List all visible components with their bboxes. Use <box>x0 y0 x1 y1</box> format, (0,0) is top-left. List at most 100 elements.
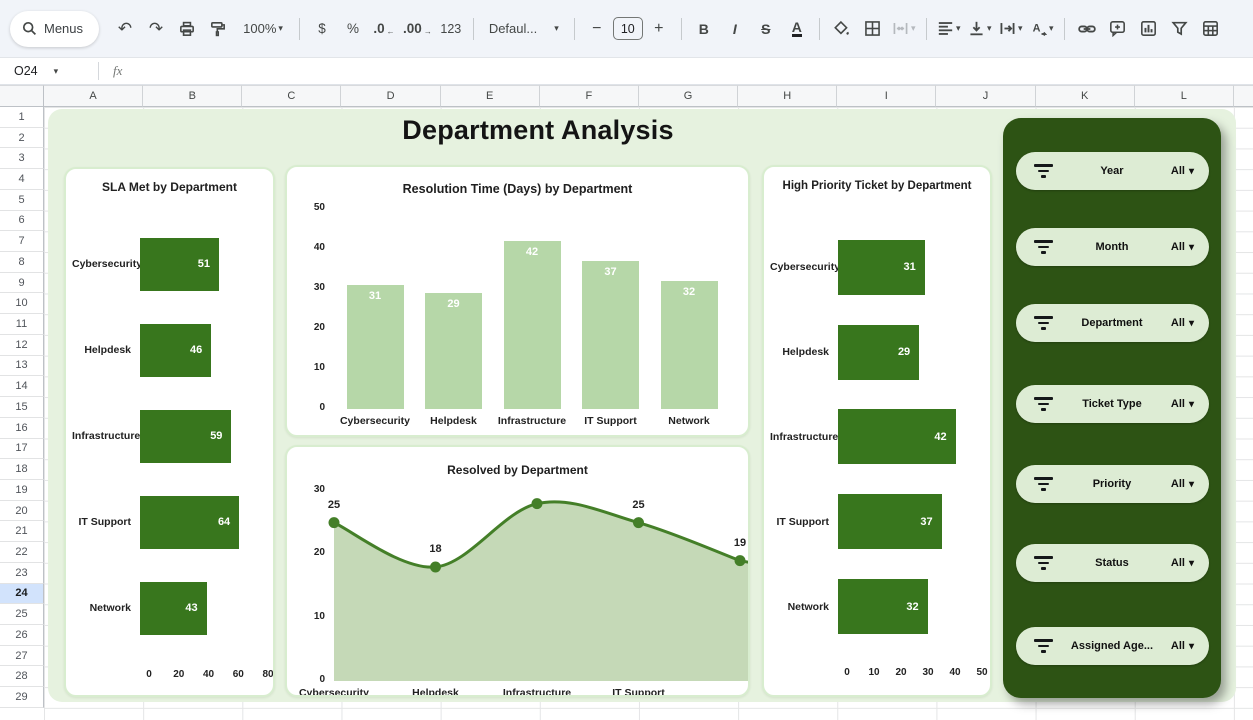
borders-button[interactable] <box>858 13 888 45</box>
select-all-corner[interactable] <box>0 85 44 107</box>
row-header[interactable]: 16 <box>0 418 44 439</box>
filter-slicer-status[interactable]: StatusAll▾ <box>1016 544 1209 582</box>
filter-lines-icon <box>1033 477 1053 490</box>
more-formats-button[interactable]: 123 <box>436 13 466 45</box>
row-header[interactable]: 7 <box>0 231 44 252</box>
row-header[interactable]: 29 <box>0 687 44 708</box>
sla-met-chart-card[interactable]: SLA Met by Department Cybersecurity51Hel… <box>64 167 275 697</box>
column-header[interactable]: I <box>837 85 936 107</box>
row-header[interactable]: 22 <box>0 542 44 563</box>
row-header[interactable]: 27 <box>0 646 44 667</box>
vertical-align-button[interactable]: ▾ <box>965 13 995 45</box>
bar-value-label: 29 <box>898 346 910 358</box>
row-header[interactable]: 28 <box>0 666 44 687</box>
column-header[interactable]: K <box>1036 85 1135 107</box>
row-header[interactable]: 21 <box>0 521 44 542</box>
row-header[interactable]: 8 <box>0 252 44 273</box>
row-header[interactable]: 10 <box>0 293 44 314</box>
bold-icon: B <box>699 21 709 37</box>
row-header[interactable]: 11 <box>0 314 44 335</box>
format-currency-button[interactable]: $ <box>307 13 337 45</box>
column-header[interactable]: A <box>44 85 143 107</box>
horizontal-align-button[interactable]: ▾ <box>934 13 964 45</box>
resolved-chart-card[interactable]: Resolved by Department 0102030 Cybersecu… <box>285 445 750 697</box>
column-header[interactable]: G <box>639 85 738 107</box>
column-header[interactable]: D <box>341 85 440 107</box>
column-header[interactable]: H <box>738 85 837 107</box>
row-header[interactable]: 24 <box>0 584 44 605</box>
format-percent-button[interactable]: % <box>338 13 368 45</box>
axis-tick-label: 0 <box>146 669 152 680</box>
filter-slicer-year[interactable]: YearAll▾ <box>1016 152 1209 190</box>
text-rotation-button[interactable]: A ▾ <box>1027 13 1057 45</box>
undo-button[interactable]: ↶ <box>110 13 140 45</box>
name-box[interactable]: O24 ▾ <box>0 64 98 78</box>
resolution-time-chart-card[interactable]: Resolution Time (Days) by Department 010… <box>285 165 750 437</box>
redo-button[interactable]: ↷ <box>141 13 171 45</box>
row-header[interactable]: 12 <box>0 335 44 356</box>
bar-track: 43 <box>140 582 264 635</box>
row-header[interactable]: 3 <box>0 148 44 169</box>
row-header[interactable]: 9 <box>0 273 44 294</box>
text-color-button[interactable]: A <box>782 13 812 45</box>
column-header[interactable]: J <box>936 85 1035 107</box>
increase-font-size-button[interactable]: + <box>644 13 674 45</box>
row-header[interactable]: 18 <box>0 459 44 480</box>
column-header[interactable]: F <box>540 85 639 107</box>
row-header[interactable]: 25 <box>0 604 44 625</box>
filter-lines-icon <box>1033 556 1053 569</box>
row-header[interactable]: 2 <box>0 128 44 149</box>
insert-comment-button[interactable] <box>1103 13 1133 45</box>
axis-tick-label: Cybersecurity <box>340 415 410 427</box>
row-header[interactable]: 1 <box>0 107 44 128</box>
table-button[interactable] <box>1196 13 1226 45</box>
row-header[interactable]: 14 <box>0 376 44 397</box>
formula-input[interactable] <box>122 58 1253 84</box>
insert-link-button[interactable] <box>1072 13 1102 45</box>
row-header[interactable]: 13 <box>0 356 44 377</box>
row-header[interactable]: 19 <box>0 480 44 501</box>
row-header[interactable]: 4 <box>0 169 44 190</box>
axis-tick-label: IT Support <box>612 687 665 697</box>
row-header[interactable]: 5 <box>0 190 44 211</box>
column-header[interactable]: L <box>1135 85 1234 107</box>
strikethrough-button[interactable]: S <box>751 13 781 45</box>
fill-color-button[interactable] <box>827 13 857 45</box>
filter-lines-icon <box>1033 240 1053 253</box>
filter-slicer-department[interactable]: DepartmentAll▾ <box>1016 304 1209 342</box>
italic-button[interactable]: I <box>720 13 750 45</box>
decrease-font-size-button[interactable]: − <box>582 13 612 45</box>
decrease-decimal-button[interactable]: .0← <box>369 13 399 45</box>
filter-slicer-month[interactable]: MonthAll▾ <box>1016 228 1209 266</box>
font-size-input[interactable]: 10 <box>613 17 643 40</box>
zoom-control[interactable]: 100% ▾ <box>234 13 292 45</box>
bold-button[interactable]: B <box>689 13 719 45</box>
row-header[interactable]: 20 <box>0 501 44 522</box>
row-header[interactable]: 15 <box>0 397 44 418</box>
merge-cells-button[interactable]: ▾ <box>889 13 919 45</box>
column-header[interactable]: E <box>441 85 540 107</box>
row-header[interactable]: 17 <box>0 439 44 460</box>
filter-slicer-ticket-type[interactable]: Ticket TypeAll▾ <box>1016 385 1209 423</box>
print-button[interactable] <box>172 13 202 45</box>
bar-value-label: 32 <box>906 601 918 613</box>
bar-value-label: 37 <box>582 266 639 278</box>
paint-format-button[interactable] <box>203 13 233 45</box>
row-header[interactable]: 23 <box>0 563 44 584</box>
filter-slicer-priority[interactable]: PriorityAll▾ <box>1016 465 1209 503</box>
filter-value: All▾ <box>1171 317 1194 329</box>
high-priority-chart-card[interactable]: High Priority Ticket by Department Cyber… <box>762 165 992 697</box>
filter-slicer-assigned-age[interactable]: Assigned Age...All▾ <box>1016 627 1209 665</box>
text-wrap-button[interactable]: ▾ <box>996 13 1026 45</box>
menus-button[interactable]: Menus <box>10 11 99 47</box>
insert-chart-button[interactable] <box>1134 13 1164 45</box>
column-header[interactable]: B <box>143 85 242 107</box>
increase-decimal-button[interactable]: .00→ <box>400 13 435 45</box>
dashboard-canvas[interactable]: Department Analysis SLA Met by Departmen… <box>48 109 1236 702</box>
column-header[interactable]: C <box>242 85 341 107</box>
font-family-control[interactable]: Defaul... ▾ <box>481 13 567 45</box>
row-header[interactable]: 6 <box>0 211 44 232</box>
row-header[interactable]: 26 <box>0 625 44 646</box>
column-header-partial[interactable] <box>1234 85 1253 107</box>
create-filter-button[interactable] <box>1165 13 1195 45</box>
